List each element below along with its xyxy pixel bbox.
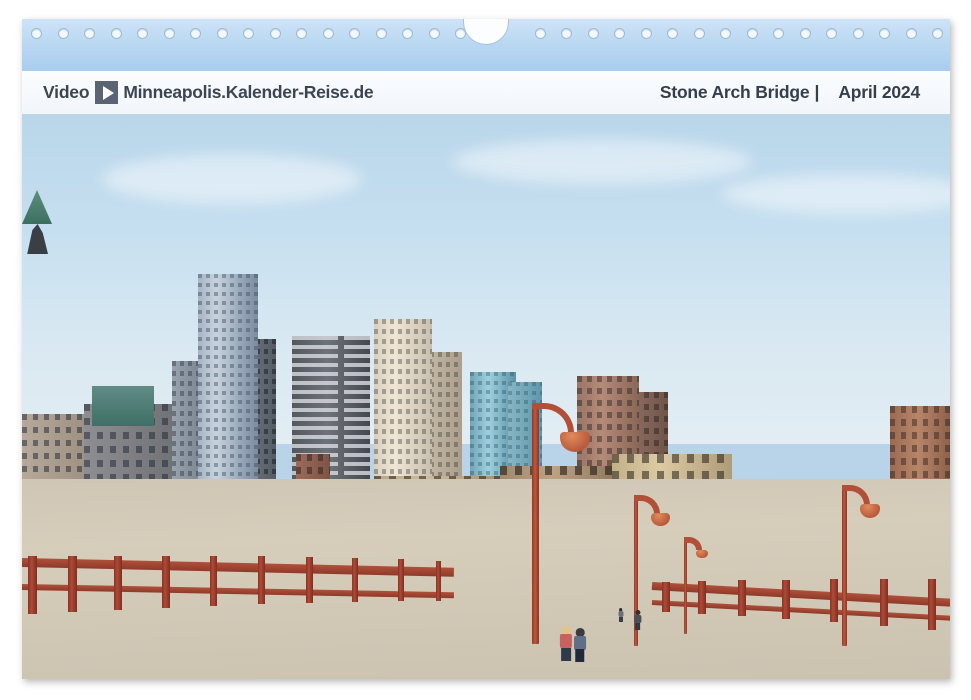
binding-hole [216,28,228,39]
binding-hole [746,28,758,39]
railing-post [880,579,888,626]
pedestrian [618,608,624,623]
binding-hole [349,28,360,39]
pedestrian-body [559,634,573,649]
brand-domain-label: Minneapolis.Kalender-Reise.de [123,82,374,102]
binding-hole [879,28,890,39]
binding-hole [402,28,413,39]
binding-hole [322,28,334,39]
binding-hole [375,28,387,39]
brand-prefix-label: Video [43,82,90,102]
pedestrian-legs [634,622,641,631]
calendar-page: Video Minneapolis.Kalender-Reise.de Ston… [22,19,950,679]
pedestrian [559,626,573,661]
railing-post [114,556,123,610]
binding-hole [905,28,917,39]
lamp-post [532,404,539,644]
brand[interactable]: Video Minneapolis.Kalender-Reise.de [43,81,374,104]
cloud [102,154,362,204]
binding-hole [799,28,811,39]
railing-post [352,558,359,602]
binding-hole [667,28,678,39]
railing-post [928,579,936,630]
railing-post [68,556,77,612]
railing-post [306,557,313,603]
binding-hole [269,28,281,39]
building-windows [92,386,154,426]
railing-post [782,580,790,619]
railing-post [738,580,746,616]
railing-post [662,582,670,612]
building [92,386,154,426]
binding-hole [852,28,864,39]
pedestrian-legs [618,616,623,623]
railing-post [436,561,442,601]
railing-post [698,581,706,614]
binding-hole [31,28,42,39]
binding-hole [561,28,572,39]
railing-post [162,556,170,608]
binding-hole [243,28,254,39]
railing-post [398,559,404,601]
page-title: Stone Arch Bridge | April 2024 [660,82,920,103]
spiral-binding-band [22,19,950,71]
binding-hole [296,28,307,39]
binding-hole [773,28,784,39]
railing-post [830,579,838,622]
railing-post [210,556,218,606]
cloud [452,139,752,184]
binding-hole [640,28,652,39]
pedestrian-legs [561,647,571,661]
binding-hole [534,28,546,39]
binding-hole [428,28,440,39]
binding-hole [720,28,731,39]
title-month: April 2024 [838,82,920,102]
binding-hole [614,28,625,39]
binding-hole [932,28,943,39]
lamp-post [684,538,687,634]
binding-hole [57,28,69,39]
binding-hole [163,28,175,39]
railing-post [28,556,37,614]
title-bar: Video Minneapolis.Kalender-Reise.de Ston… [22,71,950,114]
pedestrian-legs [575,649,585,662]
binding-hole [587,28,599,39]
binding-hole [826,28,837,39]
binding-hole [110,28,122,39]
play-icon[interactable] [95,81,119,104]
title-place: Stone Arch Bridge [659,82,810,102]
calendar-photo: Mo1Di2Mi3Do4Fr5Sa6So7Mo8Di9Mi10Do11Fr12S… [22,114,950,679]
pedestrian-body [574,635,586,650]
binding-hole [190,28,201,39]
pedestrian [574,628,586,662]
pedestrian [634,610,642,631]
binding-hole [84,28,95,39]
photo-scene [22,114,950,679]
title-separator: | [814,82,820,102]
lamp-post [842,486,847,646]
railing-post [258,556,265,604]
binding-hole [693,28,705,39]
binding-hole [137,28,148,39]
